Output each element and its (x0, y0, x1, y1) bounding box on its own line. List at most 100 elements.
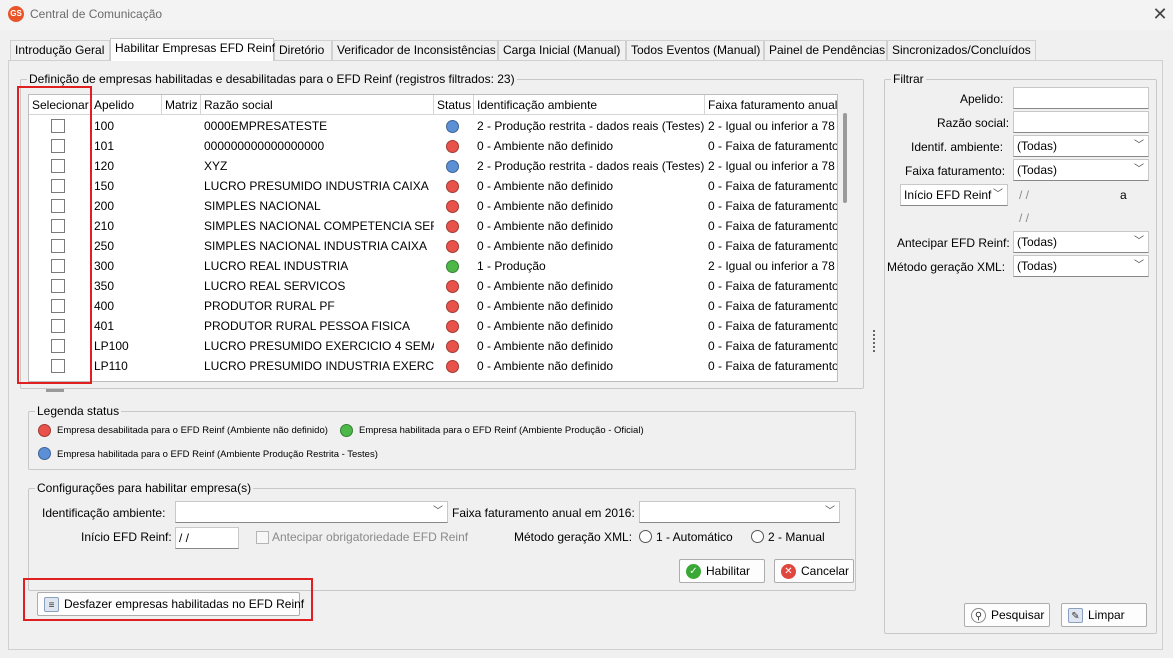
companies-grid: Selecionar Apelido Matriz Razão social S… (28, 94, 838, 382)
tab-introducao-geral[interactable]: Introdução Geral (10, 40, 110, 60)
filter-antecipar-select[interactable]: (Todas) ﹀ (1013, 231, 1149, 253)
table-row[interactable]: 401 PRODUTOR RURAL PESSOA FISICA 0 - Ambie… (29, 316, 838, 336)
table-row[interactable]: 120 XYZ 2 - Produção restrita - dados reai… (29, 156, 838, 176)
cell-apelido: 300 (94, 259, 115, 273)
table-row[interactable]: LP100 LUCRO PRESUMIDO EXERCICIO 4 SEMANA 0… (29, 336, 837, 356)
title-bar (0, 0, 1173, 30)
grid-horizontal-scroll-thumb[interactable] (46, 389, 64, 392)
tab-habilitar-empresas[interactable]: Habilitar Empresas EFD Reinf (110, 38, 275, 61)
table-row[interactable]: 350 LUCRO REAL SERVICOS 0 - Ambiente não d… (29, 276, 837, 296)
tab-carga-inicial[interactable]: Carga Inicial (Manual) (498, 40, 626, 60)
cell-matriz (162, 256, 201, 276)
cell-razao-social: XYZ (204, 159, 228, 173)
chevron-down-icon: ﹀ (1134, 140, 1144, 151)
limpar-button[interactable]: ✎ Limpar (1061, 603, 1147, 627)
grid-scroll-thumb[interactable] (843, 113, 847, 203)
table-row[interactable]: 101 000000000000000000 0 - Ambiente não de… (29, 136, 838, 156)
filter-metodo-select[interactable]: (Todas) ﹀ (1013, 255, 1149, 277)
cell-faixa-faturamento: 0 - Faixa de faturamento (708, 299, 838, 313)
grid-header: Selecionar Apelido Matriz Razão social S… (29, 95, 837, 115)
legend-red-dot (38, 424, 51, 437)
cell-razao-social: 0000EMPRESATESTE (204, 119, 328, 133)
config-inicio-input[interactable]: / / (175, 527, 239, 549)
cell-razao-social: LUCRO PRESUMIDO INDUSTRIA EXERCICIO (204, 359, 434, 373)
table-row[interactable]: 150 LUCRO PRESUMIDO INDUSTRIA CAIXA 0 - Am… (29, 176, 837, 196)
table-row[interactable]: LP110 LUCRO PRESUMIDO INDUSTRIA EXERCICIO… (29, 356, 838, 376)
table-row[interactable]: 400 PRODUTOR RURAL PF 0 - Ambiente não def… (29, 296, 838, 316)
filter-faixa-label: Faixa faturamento: (905, 164, 1006, 178)
cell-identificacao-ambiente: 0 - Ambiente não definido (477, 139, 614, 153)
tab-diretorio[interactable]: Diretório (274, 40, 332, 60)
filter-apelido-input[interactable] (1013, 87, 1149, 109)
filter-inicio-select[interactable]: Início EFD Reinf ﹀ (900, 184, 1008, 206)
status-red-icon (446, 140, 459, 153)
cell-razao-social: LUCRO PRESUMIDO EXERCICIO 4 SEMANA (204, 339, 434, 353)
cell-razao-social: LUCRO REAL SERVICOS (204, 279, 346, 293)
config-faixa-select[interactable]: ﹀ (639, 501, 840, 523)
config-ambiente-select[interactable]: ﹀ (175, 501, 448, 523)
col-apelido[interactable]: Apelido (91, 95, 162, 115)
pesquisar-button[interactable]: ⚲ Pesquisar (964, 603, 1050, 627)
cell-identificacao-ambiente: 0 - Ambiente não definido (477, 239, 614, 253)
splitter-handle[interactable] (873, 330, 876, 352)
cell-razao-social: PRODUTOR RURAL PF (204, 299, 335, 313)
cell-apelido: 350 (94, 279, 115, 293)
tab-sincronizados[interactable]: Sincronizados/Concluídos (887, 40, 1036, 60)
window-title: Central de Comunicação (30, 7, 163, 21)
check-icon: ✓ (686, 564, 701, 579)
chevron-down-icon: ﹀ (1134, 236, 1144, 247)
radio-automatico[interactable] (639, 530, 652, 543)
filter-razao-input[interactable] (1013, 111, 1149, 133)
chevron-down-icon: ﹀ (1134, 164, 1144, 175)
status-red-icon (446, 320, 459, 333)
cell-razao-social: SIMPLES NACIONAL (204, 199, 321, 213)
table-row[interactable]: 250 SIMPLES NACIONAL INDUSTRIA CAIXA 0 - A… (29, 236, 837, 256)
cell-razao-social: LUCRO REAL INDUSTRIA (204, 259, 349, 273)
col-faixa-faturamento[interactable]: Faixa faturamento anual (705, 95, 837, 115)
table-row[interactable]: 200 SIMPLES NACIONAL 0 - Ambiente não defi… (29, 196, 837, 216)
filter-date-to[interactable]: / / (1013, 207, 1113, 229)
habilitar-button[interactable]: ✓ Habilitar (679, 559, 765, 583)
close-icon[interactable]: ✕ (1150, 4, 1170, 24)
tab-verificador-inconsistencias[interactable]: Verificador de Inconsistências (332, 40, 498, 60)
filter-date-from[interactable]: / / (1013, 184, 1113, 206)
status-red-icon (446, 200, 459, 213)
cell-matriz (162, 356, 201, 376)
filter-date-separator: a (1120, 188, 1127, 202)
table-row[interactable]: 210 SIMPLES NACIONAL COMPETENCIA SERVIC 0 … (29, 216, 837, 236)
col-identificacao-ambiente[interactable]: Identificação ambiente (474, 95, 705, 115)
table-row[interactable]: 300 LUCRO REAL INDUSTRIA 1 - Produção 2 - I… (29, 256, 837, 276)
cell-faixa-faturamento: 2 - Igual ou inferior a 78 r (708, 159, 838, 173)
filter-faixa-select[interactable]: (Todas) ﹀ (1013, 159, 1149, 181)
legend-group: Legenda status (28, 404, 856, 470)
col-status[interactable]: Status (434, 95, 474, 115)
cell-faixa-faturamento: 0 - Faixa de faturamento (708, 359, 838, 373)
cell-identificacao-ambiente: 1 - Produção (477, 259, 546, 273)
cell-faixa-faturamento: 0 - Faixa de faturamento (708, 139, 838, 153)
filter-ambiente-select[interactable]: (Todas) ﹀ (1013, 135, 1149, 157)
status-red-icon (446, 240, 459, 253)
cell-matriz (162, 116, 201, 136)
tab-todos-eventos[interactable]: Todos Eventos (Manual) (626, 40, 764, 60)
cell-apelido: LP100 (94, 339, 129, 353)
cell-matriz (162, 236, 201, 256)
tab-painel-pendencias[interactable]: Painel de Pendências (764, 40, 887, 60)
cell-faixa-faturamento: 0 - Faixa de faturamento (708, 319, 838, 333)
cell-apelido: 100 (94, 119, 115, 133)
col-razao-social[interactable]: Razão social (201, 95, 434, 115)
table-row[interactable]: 100 0000EMPRESATESTE 2 - Produção restrita… (29, 116, 838, 136)
cell-matriz (162, 196, 201, 216)
cancelar-button[interactable]: ✕ Cancelar (774, 559, 854, 583)
cell-identificacao-ambiente: 0 - Ambiente não definido (477, 339, 614, 353)
cell-faixa-faturamento: 2 - Igual ou inferior a 78 r (708, 119, 838, 133)
radio-manual[interactable] (751, 530, 764, 543)
cell-identificacao-ambiente: 0 - Ambiente não definido (477, 179, 614, 193)
cell-apelido: LP110 (94, 359, 128, 373)
antecipar-checkbox[interactable] (256, 531, 269, 544)
cell-matriz (162, 276, 201, 296)
legend-green-text: Empresa habilitada para o EFD Reinf (Amb… (359, 425, 644, 436)
legend-red-text: Empresa desabilitada para o EFD Reinf (A… (57, 425, 328, 436)
cell-razao-social: PRODUTOR RURAL PESSOA FISICA (204, 319, 411, 333)
col-matriz[interactable]: Matriz (162, 95, 201, 115)
desfazer-button[interactable]: ≡ Desfazer empresas habilitadas no EFD R… (37, 592, 304, 616)
